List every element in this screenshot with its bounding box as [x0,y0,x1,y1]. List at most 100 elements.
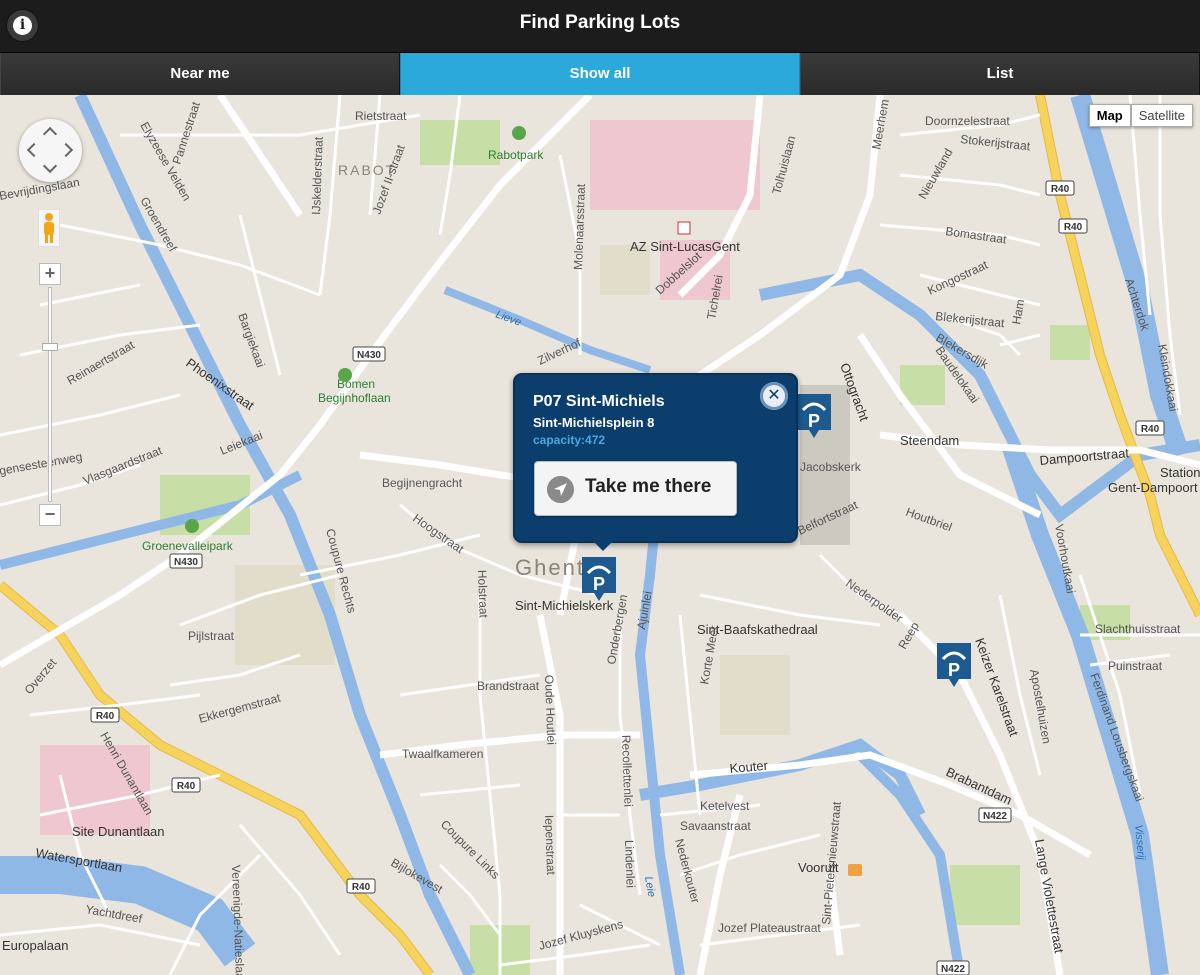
map-label: Puinstraat [1108,659,1163,673]
map-label: Yachtdreef [84,902,143,926]
map-label: Ajuinlei [634,590,655,631]
map-label: Meerhem [869,98,892,150]
map-label: Pannestraat [170,99,204,166]
app-header: i Find Parking Lots [0,0,1200,53]
map-label: Phoenixstraat [183,355,257,413]
hospital-icon [677,221,691,235]
park-icon [512,126,526,140]
map-label: Savaanstraat [680,819,751,833]
parking-marker[interactable]: P [795,392,833,440]
close-popup-button[interactable]: ✕ [760,382,788,410]
pan-down-icon[interactable] [42,158,58,174]
pan-left-icon[interactable] [26,142,42,158]
map-label: Ekkergemstraat [197,690,282,725]
map-label: IJskelderstraat [309,136,326,215]
map-type-control: Map Satellite [1088,104,1193,127]
map-label: Bargiekaai [235,311,268,369]
map-type-map-button[interactable]: Map [1088,104,1131,127]
take-me-there-button[interactable]: Take me there [534,461,737,516]
road-shield-label: N422 [983,811,1007,822]
map-label: Pijlstraat [188,629,235,643]
map-label: Rietstraat [355,109,407,123]
navigation-arrow-icon [547,476,574,503]
road-shield-label: R40 [1064,222,1083,233]
road-shield-label: R40 [1051,184,1070,195]
svg-text:P: P [593,574,605,594]
parking-info-popup: P07 Sint-Michiels Sint-Michielsplein 8 c… [513,373,798,551]
pan-up-icon[interactable] [42,126,58,142]
map-label: Keizer Karelstraat [972,636,1022,739]
map-label: AZ Sint-LucasGent [630,239,740,254]
park-icon [185,519,199,533]
tab-bar: Near me Show all List [0,53,1200,95]
map-label: Nederkouter [672,837,703,904]
map-label: Ham [1009,298,1027,325]
zoom-out-button[interactable]: − [39,504,61,526]
map-label: Steendam [900,433,959,448]
map-type-satellite-button[interactable]: Satellite [1130,104,1193,127]
road-shield-label: N422 [941,964,965,975]
map-label: Nieuwland [915,146,955,202]
restaurant-icon [848,864,862,876]
map-label: gensesteenweg [0,450,83,478]
map-label: Overzet [22,655,60,697]
parking-name: P07 Sint-Michiels [533,393,665,410]
map-view[interactable]: N430 N430 R40 R40 R40 R40 R40 R40 N422 N… [0,95,1200,975]
map-label: Lindenlei [622,840,638,889]
parking-marker[interactable]: P [935,641,973,689]
zoom-slider-thumb[interactable] [42,343,58,351]
map-label: Brandstraat [477,679,540,693]
zoom-in-button[interactable]: + [39,263,61,285]
map-label: Rabotpark [488,148,544,162]
map-label: Iepenstraat [542,815,558,876]
road-shield-label: R40 [352,882,371,893]
map-label: Slachthuisstraat [1095,622,1181,636]
map-label: Europalaan [2,938,69,953]
svg-text:P: P [948,660,960,680]
tab-show-all[interactable]: Show all [400,53,800,95]
map-label: Gent-Dampoort [1108,480,1198,495]
map-label: Oude Houtlei [542,675,558,745]
parking-capacity: capacity:472 [533,433,606,447]
tab-near-me[interactable]: Near me [0,53,400,95]
map-label: Holstraat [475,570,491,619]
map-label: Molenaarsstraat [571,183,588,270]
map-label: Jacobskerk [800,460,862,474]
map-label: Ketelvest [700,799,750,813]
map-label: Groenevalleipark [142,539,234,553]
map-label: Jozef Kluyskens [537,917,624,953]
tab-list[interactable]: List [800,53,1200,95]
map-label: Begijnhoflaan [318,391,391,405]
map-label: Bomastraat [945,224,1008,246]
map-label: Station [1160,465,1200,480]
road-shield-label: N430 [174,557,198,568]
take-me-there-label: Take me there [585,476,712,497]
pan-right-icon[interactable] [58,142,74,158]
map-label: Site Dunantlaan [72,824,165,839]
map-label: Stokerijstraat [960,132,1032,153]
map-label: Jozef Plateaustraat [718,921,821,935]
map-label: Tolhuislaan [769,134,798,196]
map-label: Lange Violettestraat [1032,838,1067,955]
close-icon: ✕ [767,387,781,404]
map-label: Lieve [494,309,523,329]
pan-control[interactable] [19,119,82,182]
parking-address: Sint-Michielsplein 8 [533,415,655,430]
road-shield-label: R40 [177,781,196,792]
map-label: Twaalfkameren [402,747,483,761]
road-shield-label: R40 [96,711,115,722]
page-title: Find Parking Lots [519,12,681,33]
map-label: Vlasgaardstraat [81,443,165,488]
map-label: Doornzelestraat [925,114,1010,128]
map-label: Ghent [515,555,585,580]
road-shield-label: N430 [357,350,381,361]
map-label: Leie [642,875,657,898]
map-label: Blekerijstraat [935,309,1006,330]
parking-marker-selected[interactable]: P [580,555,618,603]
svg-text:P: P [808,411,820,431]
map-label: Recollettenlei [619,735,636,807]
map-label: Houtbriel [904,505,954,535]
street-view-pegman-icon[interactable] [38,209,60,247]
zoom-slider-track[interactable] [48,287,52,502]
map-label: Nederpolder [843,576,905,625]
